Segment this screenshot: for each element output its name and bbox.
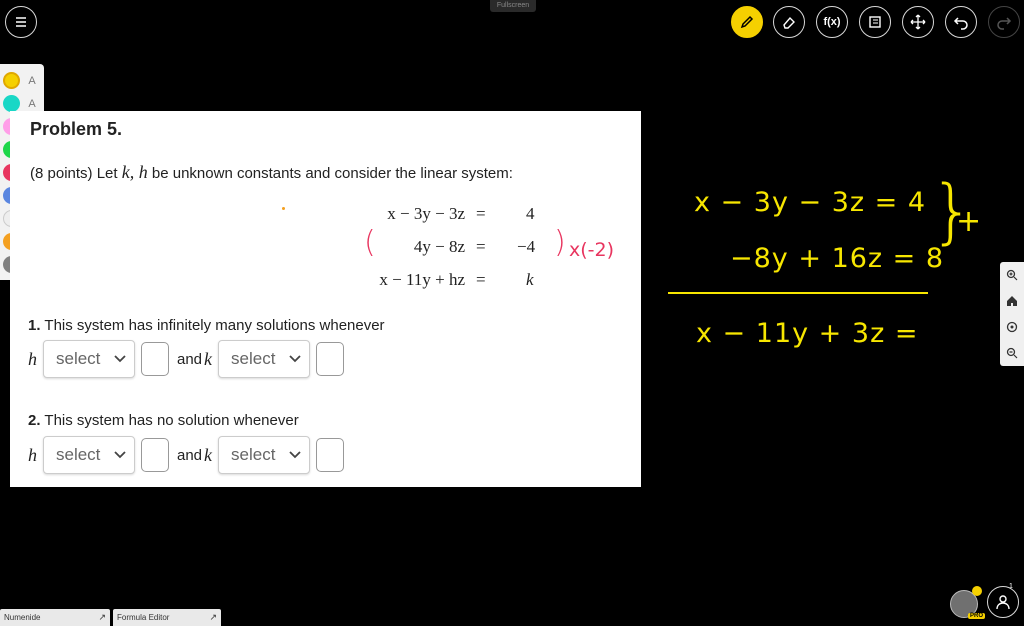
intro-vars: k, h (121, 162, 148, 182)
zoom-out-icon[interactable] (1000, 340, 1024, 366)
tab-numenide[interactable]: Numenide ↗ (0, 609, 110, 626)
chevron-down-icon (289, 451, 301, 459)
equation-3-rhs: k (526, 270, 534, 289)
target-icon[interactable] (1000, 314, 1024, 340)
q2-k-answer-box[interactable] (316, 438, 345, 472)
slides-icon (869, 16, 881, 28)
problem-intro: (8 points) Let k, h be unknown constants… (30, 162, 513, 183)
home-icon[interactable] (1000, 288, 1024, 314)
equation-3-lhs: x − 11y + hz (379, 270, 465, 289)
handwriting-line-3: x − 11y + 3z = (696, 318, 919, 349)
annotation-open-paren: ( (364, 225, 376, 260)
q1-k-answer-box[interactable] (316, 342, 345, 376)
q1-h-select[interactable]: select (43, 340, 135, 378)
pencil-icon (740, 15, 754, 29)
pro-badge: PRO (968, 613, 986, 619)
swatch-yellow[interactable] (3, 72, 20, 89)
redo-button[interactable] (988, 6, 1020, 38)
menu-button[interactable] (5, 6, 37, 38)
redo-icon (997, 17, 1012, 30)
eraser-icon (783, 16, 795, 29)
q2-h-select[interactable]: select (43, 436, 135, 474)
and-label: and (177, 446, 203, 464)
handwriting-line-1: x − 3y − 3z = 4 (694, 187, 927, 218)
pin-icon: ↗ (209, 612, 217, 622)
equation-1-eq: = (476, 204, 486, 223)
question-2-row: h select and k select (28, 436, 345, 474)
participants-button[interactable] (987, 586, 1019, 618)
equation-2-eq: = (476, 237, 486, 256)
stray-dot (282, 207, 285, 210)
handwriting-divider (668, 292, 928, 294)
zoom-in-icon[interactable] (1000, 262, 1024, 288)
q1-k-select[interactable]: select (218, 340, 311, 378)
zoom-controls (1000, 262, 1024, 366)
status-dot (972, 586, 982, 596)
swatch-teal[interactable] (3, 95, 20, 112)
annotation-close-paren: ) (554, 225, 566, 260)
equation-3-eq: = (476, 270, 486, 289)
question-1-text: 1. This system has infinitely many solut… (28, 317, 385, 334)
q1-h-answer-box[interactable] (141, 342, 169, 376)
move-button[interactable] (902, 6, 934, 38)
handwriting-line-2: −8y + 16z = 8 (730, 243, 945, 274)
function-button[interactable]: f(x) (816, 6, 848, 38)
tab-formula-editor[interactable]: Formula Editor ↗ (113, 609, 221, 626)
problem-card: Problem 5. (8 points) Let k, h be unknow… (10, 111, 641, 487)
var-k-label: k (204, 348, 213, 369)
undo-button[interactable] (945, 6, 977, 38)
var-k-label: k (204, 444, 213, 465)
chevron-down-icon (114, 355, 126, 363)
handwriting-plus: + (956, 204, 982, 239)
annotation-multiplier: x(-2) (569, 239, 615, 261)
drawing-toolbar: f(x) (731, 6, 1023, 40)
participants-count: 1 (1009, 583, 1013, 590)
question-2-text: 2. This system has no solution whenever (28, 412, 299, 429)
intro-suffix: be unknown constants and consider the li… (147, 165, 513, 182)
pin-icon: ↗ (98, 612, 106, 622)
question-1-row: h select and k select (28, 340, 345, 378)
function-icon: f(x) (823, 16, 841, 28)
var-h-label: h (28, 348, 37, 369)
slides-button[interactable] (859, 6, 891, 38)
var-h-label: h (28, 444, 37, 465)
people-icon (996, 595, 1010, 610)
undo-icon (953, 17, 968, 30)
equation-1-rhs: 4 (526, 204, 535, 223)
problem-title: Problem 5. (30, 119, 123, 139)
equation-1-lhs: x − 3y − 3z (387, 204, 465, 223)
q2-k-select[interactable]: select (218, 436, 311, 474)
move-icon (910, 14, 926, 30)
menu-icon (16, 17, 26, 27)
text-small-icon[interactable]: A (23, 72, 41, 90)
chevron-down-icon (289, 355, 301, 363)
intro-prefix: (8 points) Let (30, 165, 122, 182)
and-label: and (177, 350, 203, 368)
equation-2-rhs: −4 (517, 237, 536, 256)
window-title: Fullscreen (490, 0, 536, 12)
pencil-button[interactable] (731, 6, 763, 38)
chevron-down-icon (114, 451, 126, 459)
eraser-button[interactable] (773, 6, 805, 38)
equation-2-lhs: 4y − 8z (413, 237, 465, 256)
q2-h-answer-box[interactable] (141, 438, 169, 472)
